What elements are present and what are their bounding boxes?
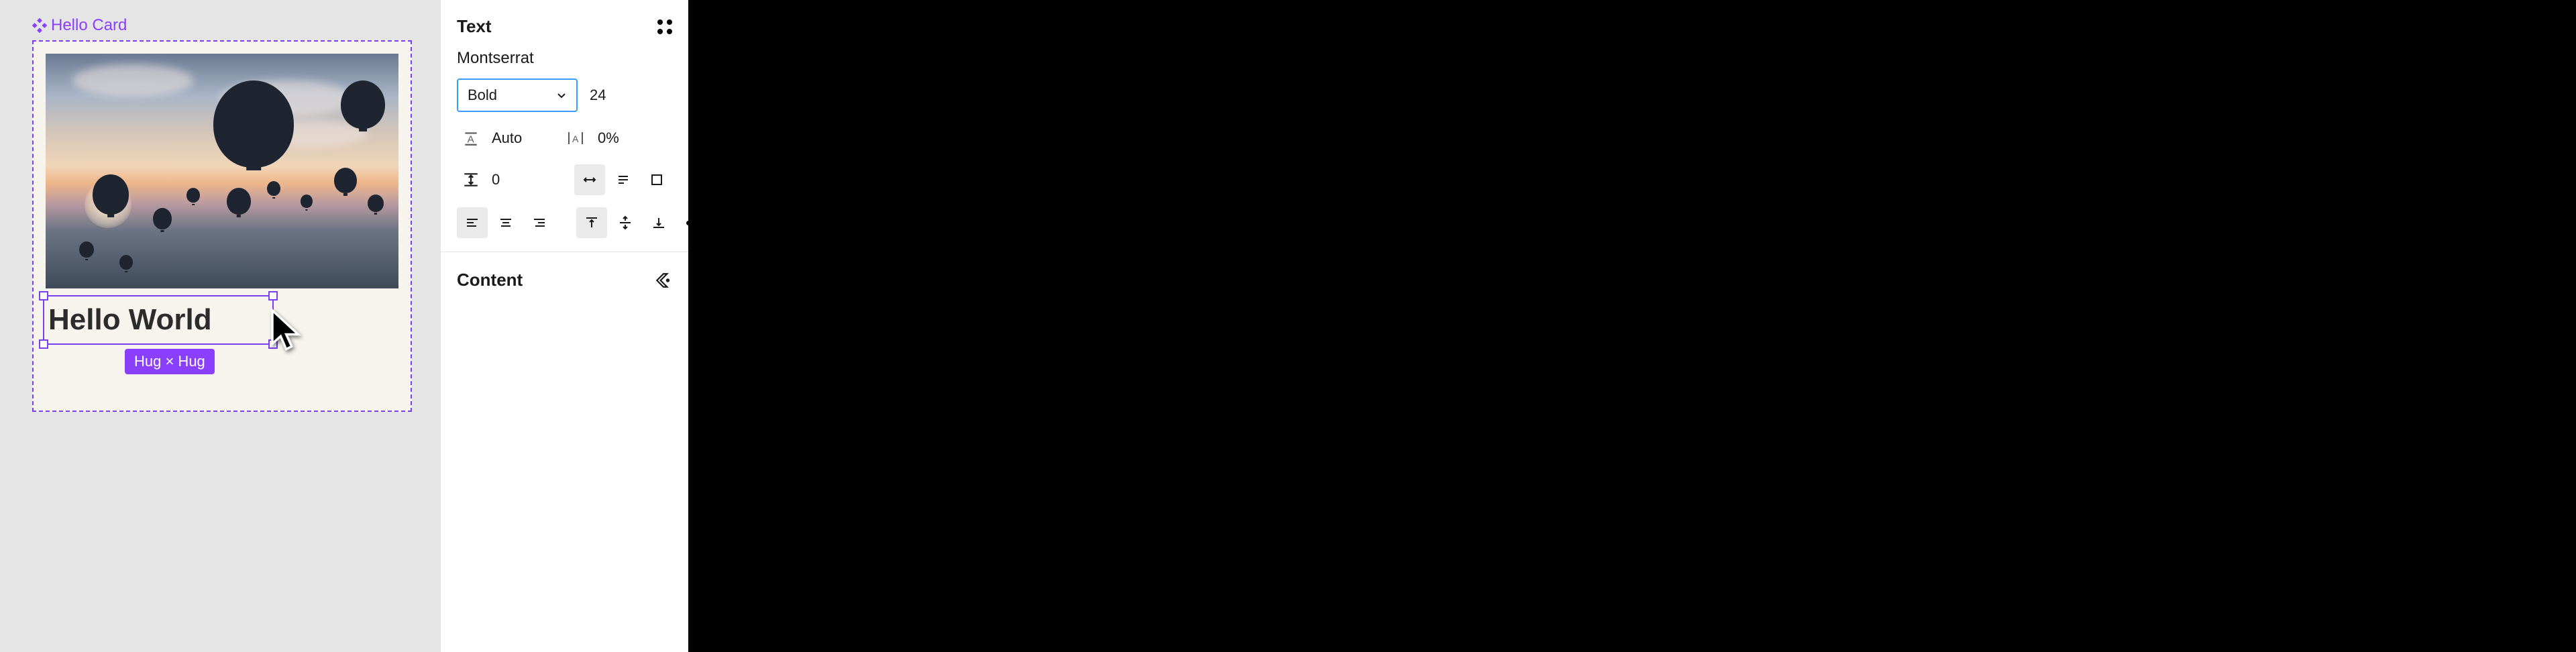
font-size-field[interactable]: 24: [590, 87, 606, 104]
align-center-button[interactable]: [490, 207, 521, 238]
font-weight-value: Bold: [468, 87, 497, 104]
auto-height-button[interactable]: [608, 164, 639, 195]
resize-mode-badge: Hug × Hug: [125, 349, 215, 374]
design-canvas[interactable]: Hello Card Hello World Hug × Hug: [0, 0, 440, 652]
apply-instance-icon[interactable]: [655, 272, 672, 289]
component-label-text: Hello Card: [51, 16, 127, 35]
auto-width-button[interactable]: [574, 164, 605, 195]
card-image: [46, 54, 398, 288]
font-weight-select[interactable]: Bold: [457, 78, 578, 112]
text-section: Text Montserrat Bold 24 A Auto A: [441, 0, 688, 252]
card-frame[interactable]: [32, 40, 412, 412]
section-drag-handle-icon[interactable]: [657, 19, 672, 34]
letter-spacing-field[interactable]: 0%: [598, 129, 619, 147]
align-right-button[interactable]: [524, 207, 555, 238]
content-section-title: Content: [457, 270, 523, 290]
align-left-button[interactable]: [457, 207, 488, 238]
resize-handle-tl[interactable]: [39, 291, 48, 301]
content-section[interactable]: Content: [441, 252, 688, 308]
text-layer-selection[interactable]: Hello World: [43, 295, 274, 345]
chevron-down-icon: [556, 90, 567, 101]
svg-text:A: A: [572, 133, 579, 144]
paragraph-spacing-icon: [457, 166, 485, 194]
resize-handle-tr[interactable]: [268, 291, 278, 301]
component-label[interactable]: Hello Card: [32, 16, 127, 35]
card-title-text[interactable]: Hello World: [48, 303, 212, 337]
align-middle-button[interactable]: [610, 207, 641, 238]
properties-panel: Text Montserrat Bold 24 A Auto A: [440, 0, 688, 652]
align-top-button[interactable]: [576, 207, 607, 238]
text-section-title: Text: [457, 16, 492, 37]
line-height-icon: A: [457, 124, 485, 152]
line-height-field[interactable]: Auto: [492, 129, 522, 147]
component-icon: [32, 18, 47, 33]
svg-text:A: A: [468, 134, 475, 146]
empty-region: [688, 0, 2576, 652]
paragraph-spacing-field[interactable]: 0: [492, 171, 500, 188]
align-bottom-button[interactable]: [643, 207, 674, 238]
cursor-icon: [268, 309, 306, 353]
letter-spacing-icon: A: [563, 124, 591, 152]
fixed-size-button[interactable]: [641, 164, 672, 195]
font-family-field[interactable]: Montserrat: [457, 49, 672, 68]
resize-handle-bl[interactable]: [39, 339, 48, 349]
